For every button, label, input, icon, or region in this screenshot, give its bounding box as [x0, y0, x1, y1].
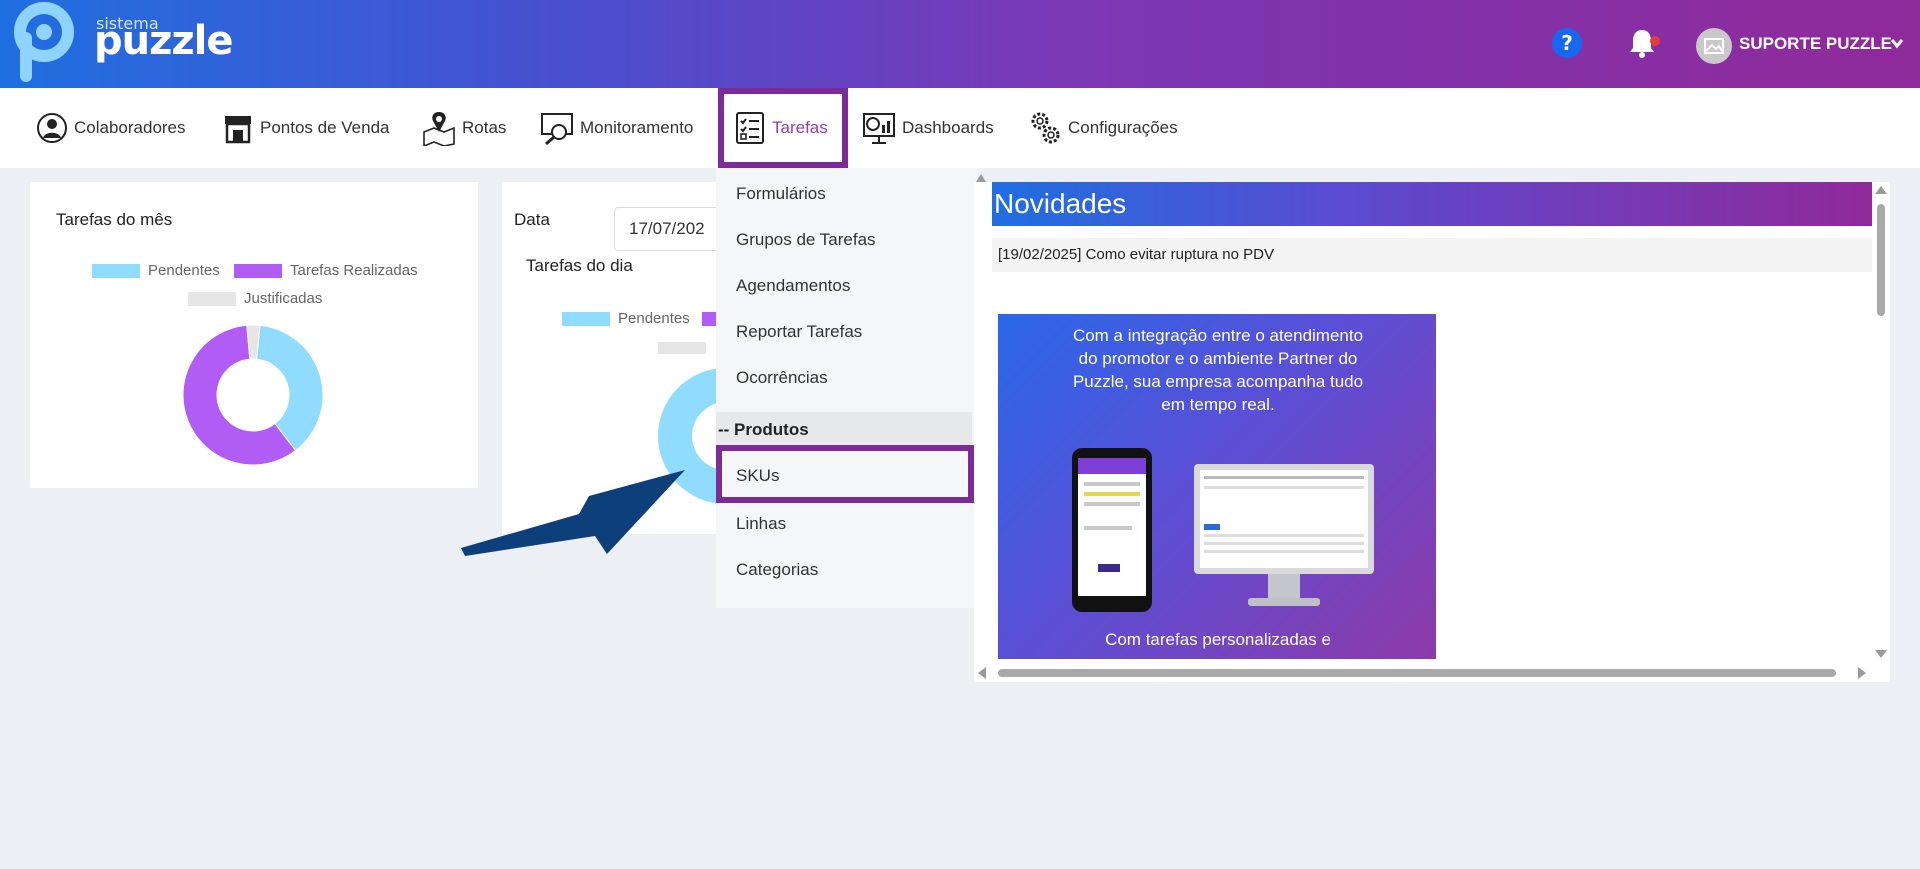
nav-label: Configurações — [1068, 118, 1178, 137]
dropdown-item-ocorrencias[interactable]: Ocorrências — [736, 368, 828, 388]
pointer-arrow-icon — [461, 470, 685, 556]
legend-item[interactable]: Pendentes — [92, 262, 220, 279]
card-title: Tarefas do dia — [526, 256, 633, 275]
user-name[interactable]: SUPORTE PUZZLE — [1739, 34, 1892, 54]
legend-label: Justificadas — [244, 290, 323, 307]
legend-swatch — [188, 291, 236, 306]
news-title: Novidades — [994, 188, 1127, 219]
news-banner: Novidades — [992, 182, 1872, 226]
chevron-down-icon[interactable] — [1890, 36, 1904, 50]
dropdown-group-label: -- Produtos — [718, 420, 809, 439]
date-label: Data — [514, 210, 550, 229]
legend-label: Pendentes — [148, 262, 220, 279]
promo-text: Com a integração entre o atendimento do … — [1038, 324, 1398, 416]
legend-swatch — [92, 263, 140, 278]
logo-puzzle-text: puzzle — [94, 18, 234, 64]
main-nav: Colaboradores Pontos de Venda Rotas Moni… — [0, 88, 1920, 168]
nav-label: Pontos de Venda — [260, 118, 390, 137]
legend-swatch — [562, 311, 610, 326]
dropdown-item-reportar-tarefas[interactable]: Reportar Tarefas — [736, 322, 862, 342]
top-header: sistema puzzle ? SUPORTE PUZZLE — [0, 0, 1920, 88]
promo-line: Puzzle, sua empresa acompanha tudo — [1072, 372, 1364, 391]
puzzle-logo-icon — [14, 2, 74, 82]
tarefas-dropdown: Formulários Grupos de Tarefas Agendament… — [716, 168, 978, 608]
dropdown-item-formularios[interactable]: Formulários — [736, 184, 826, 204]
nav-pontos-de-venda[interactable]: Pontos de Venda — [222, 88, 390, 168]
dropdown-item-agendamentos[interactable]: Agendamentos — [736, 276, 850, 296]
news-vertical-scrollbar[interactable] — [1872, 182, 1890, 667]
promo-bottom-text: Com tarefas personalizadas e — [1105, 630, 1331, 649]
card-title: Tarefas do mês — [56, 210, 173, 229]
monitor-mockup-icon — [1194, 464, 1374, 606]
nav-dashboards[interactable]: Dashboards — [862, 88, 994, 168]
promo-line: Com a integração entre o atendimento — [1072, 326, 1364, 345]
legend-swatch — [234, 263, 282, 278]
date-value: 17/07/202 — [629, 219, 705, 238]
nav-monitoramento[interactable]: Monitoramento — [540, 88, 693, 168]
dashboard-icon — [863, 113, 895, 144]
nav-label: Colaboradores — [74, 118, 186, 137]
news-horizontal-scrollbar[interactable] — [974, 664, 1890, 682]
dropdown-group-header: -- Produtos — [716, 412, 972, 448]
promo-line: em tempo real. — [1161, 395, 1275, 414]
phone-mockup-icon — [1072, 448, 1152, 612]
legend-item[interactable]: Tarefas Realizadas — [234, 262, 418, 279]
dropdown-item-grupos-de-tarefas[interactable]: Grupos de Tarefas — [736, 230, 876, 250]
legend-label: Pendentes — [618, 310, 690, 327]
promo-image: Com a integração entre o atendimento do … — [998, 314, 1436, 659]
month-tasks-card: Tarefas do mês Pendentes Tarefas Realiza… — [30, 182, 478, 488]
help-icon[interactable]: ? — [1552, 28, 1582, 58]
news-panel: Novidades [19/02/2025] Como evitar ruptu… — [974, 182, 1890, 682]
avatar[interactable] — [1696, 28, 1732, 64]
legend-label: Tarefas Realizadas — [290, 262, 418, 279]
legend-swatch — [702, 312, 716, 326]
nav-configuracoes[interactable]: Configurações — [1028, 88, 1178, 168]
donut-chart — [182, 324, 324, 466]
nav-label: Dashboards — [902, 118, 994, 137]
nav-label: Monitoramento — [580, 118, 694, 137]
logo[interactable]: sistema puzzle — [14, 2, 244, 84]
legend-item[interactable]: Pendentes — [562, 310, 690, 327]
gears-icon — [1031, 112, 1060, 144]
store-icon — [225, 116, 251, 144]
nav-rotas[interactable]: Rotas — [422, 88, 506, 168]
legend-item[interactable]: Justificadas — [188, 290, 322, 307]
notification-badge — [1650, 36, 1660, 46]
user-circle-icon — [37, 113, 67, 143]
nav-label: Rotas — [462, 118, 507, 137]
tarefas-highlight-box — [718, 88, 848, 168]
skus-highlight-box — [716, 445, 974, 503]
news-item-title: [19/02/2025] Como evitar ruptura no PDV — [998, 246, 1274, 263]
map-pin-icon — [423, 112, 455, 146]
dropdown-item-linhas[interactable]: Linhas — [736, 514, 786, 534]
promo-line: do promotor e o ambiente Partner do — [1078, 349, 1358, 368]
image-placeholder-icon — [1704, 38, 1724, 54]
dropdown-item-categorias[interactable]: Categorias — [736, 560, 818, 580]
monitor-search-icon — [541, 113, 573, 146]
news-item-header[interactable]: [19/02/2025] Como evitar ruptura no PDV — [992, 238, 1872, 272]
nav-colaboradores[interactable]: Colaboradores — [36, 88, 186, 168]
legend-swatch — [658, 342, 706, 354]
